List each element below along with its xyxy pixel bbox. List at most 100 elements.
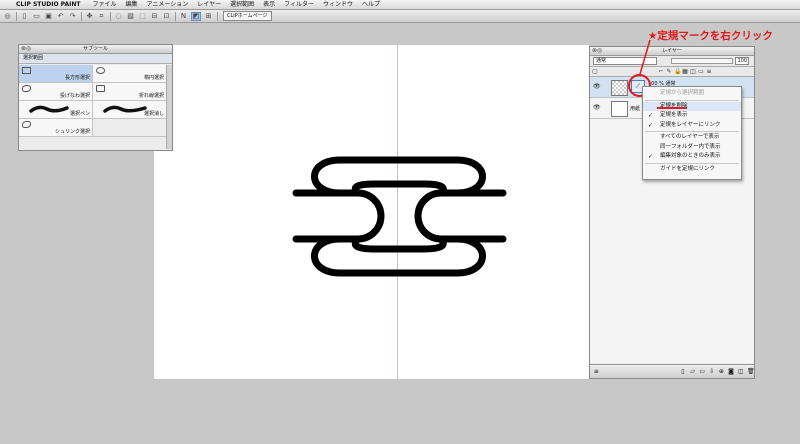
drawing-canvas[interactable] bbox=[154, 45, 589, 379]
subtool-selection-eraser[interactable]: 選択消し bbox=[93, 101, 167, 118]
menu-item-label: 編集対象のときのみ表示 bbox=[660, 153, 721, 159]
mask-icon[interactable]: ◙ bbox=[728, 368, 735, 375]
layer-blend-row: 通常 100 bbox=[590, 56, 754, 67]
crop-icon[interactable]: ⌗ bbox=[97, 12, 106, 20]
layer-options-row: ▢ ⌐ ✎ 🔒 ▦ ◫ ▭ ≡ bbox=[590, 67, 754, 77]
layer-thumbnail[interactable] bbox=[611, 101, 628, 117]
opacity-slider[interactable] bbox=[671, 58, 733, 64]
ruler-range-icon[interactable]: ▭ bbox=[698, 68, 704, 75]
palette-close-icon[interactable]: ⊗◎ bbox=[592, 48, 602, 54]
trash-icon[interactable]: 🗑 bbox=[747, 368, 755, 375]
layer-menu-icon[interactable]: ≡ bbox=[706, 68, 712, 75]
menu-item-show-in-same-folder[interactable]: 同一フォルダー内で表示 bbox=[643, 143, 741, 153]
menu-window[interactable]: ウィンドウ bbox=[323, 0, 353, 9]
palette-close-icon[interactable]: ⊗◎ bbox=[21, 46, 31, 52]
combine-layer-icon[interactable]: ⊕ bbox=[718, 368, 725, 375]
menu-edit[interactable]: 編集 bbox=[126, 0, 138, 9]
subtool-selection-pen[interactable]: 選択ペン bbox=[19, 101, 93, 118]
eye-icon[interactable]: 👁 bbox=[593, 104, 601, 111]
snap-to-special-ruler-icon[interactable]: ◩ bbox=[191, 11, 201, 21]
deselect-icon[interactable]: ⬚ bbox=[138, 12, 147, 20]
new-folder-icon[interactable]: ▭ bbox=[699, 368, 706, 375]
subtool-label: 投げなわ選択 bbox=[59, 93, 90, 99]
menu-item-show-ruler[interactable]: ✓ 定規を表示 bbox=[643, 111, 741, 121]
menu-item-link-guide-to-ruler[interactable]: ガイドを定規にリンク bbox=[643, 165, 741, 175]
layer-thumbnail[interactable] bbox=[611, 80, 628, 96]
subtool-palette-titlebar[interactable]: ⊗◎ サブツール bbox=[19, 45, 172, 54]
subtool-group-selection[interactable]: 選択範囲 bbox=[19, 54, 172, 64]
clear-icon[interactable]: ◌ bbox=[114, 12, 123, 20]
fill-icon[interactable]: ▧ bbox=[126, 12, 135, 20]
subtool-lasso-selection[interactable]: 投げなわ選択 bbox=[19, 83, 93, 100]
clip-homepage-button[interactable]: CLIPホームページ bbox=[223, 11, 272, 21]
menu-item-show-only-when-editing[interactable]: ✓ 編集対象のときのみ表示 bbox=[643, 152, 741, 162]
check-icon: ✓ bbox=[648, 153, 654, 160]
clip-lower-layer-icon[interactable]: ⌐ bbox=[658, 68, 664, 75]
ellipse-selection-icon bbox=[96, 67, 105, 74]
selection-layer-icon[interactable]: ⊡ bbox=[162, 12, 171, 20]
subtool-scrollbar[interactable] bbox=[166, 65, 172, 149]
eye-icon[interactable]: 👁 bbox=[593, 83, 601, 90]
save-icon[interactable]: ▣ bbox=[44, 12, 53, 20]
new-vector-layer-icon[interactable]: ▱ bbox=[689, 368, 696, 375]
menu-separator bbox=[645, 162, 739, 164]
transfer-down-icon[interactable]: ⇩ bbox=[709, 368, 716, 375]
brush-stroke-icon bbox=[29, 105, 69, 113]
lock-layer-icon[interactable]: 🔒 bbox=[674, 68, 681, 75]
ruler-create-icon[interactable]: ◫ bbox=[737, 368, 744, 375]
subtool-label: 選択ペン bbox=[69, 111, 90, 117]
subtool-palette-title: サブツール bbox=[82, 46, 108, 52]
menu-separator bbox=[645, 99, 739, 101]
menu-item-link-ruler-to-layer[interactable]: ✓ 定規をレイヤーにリンク bbox=[643, 121, 741, 131]
menu-filter[interactable]: フィルター bbox=[284, 0, 314, 9]
rectangle-selection-icon bbox=[22, 67, 31, 74]
new-raster-layer-icon[interactable]: ▯ bbox=[680, 368, 687, 375]
lasso-icon bbox=[22, 85, 31, 92]
snap-to-ruler-icon[interactable]: N bbox=[179, 12, 188, 20]
new-file-icon[interactable]: ▯ bbox=[20, 12, 29, 20]
check-icon: ✓ bbox=[648, 112, 654, 119]
snap-to-grid-icon[interactable]: ⊞ bbox=[204, 12, 213, 20]
subtool-label: 長方形選択 bbox=[64, 75, 90, 81]
layer-color-icon[interactable]: ▢ bbox=[592, 68, 598, 75]
brush-stroke-icon bbox=[103, 105, 147, 113]
open-file-icon[interactable]: ▭ bbox=[32, 12, 41, 20]
reference-layer-icon[interactable]: ✎ bbox=[666, 68, 672, 75]
toolbar-divider bbox=[175, 11, 176, 21]
shrink-selection-icon bbox=[22, 121, 31, 128]
subtool-label: シュリンク選択 bbox=[54, 129, 90, 135]
layer-palette-title: レイヤー bbox=[662, 48, 682, 54]
subtool-polyline-selection[interactable]: 折れ線選択 bbox=[93, 83, 167, 100]
invert-selection-icon[interactable]: ⊟ bbox=[150, 12, 159, 20]
menu-animation[interactable]: アニメーション bbox=[147, 0, 189, 9]
layer-palette-bottom-bar: ≡ ▯ ▱ ▭ ⇩ ⊕ ◙ ◫ 🗑 bbox=[590, 364, 755, 378]
redo-icon[interactable]: ↷ bbox=[68, 12, 77, 20]
layer-palette-titlebar[interactable]: ⊗◎ レイヤー bbox=[590, 47, 754, 56]
opacity-input[interactable]: 100 bbox=[735, 57, 749, 65]
layer-label: 用紙 bbox=[630, 106, 641, 112]
menu-help[interactable]: ヘルプ bbox=[362, 0, 380, 9]
menu-view[interactable]: 表示 bbox=[263, 0, 275, 9]
menu-item-label: 定規を表示 bbox=[660, 112, 688, 118]
menu-file[interactable]: ファイル bbox=[92, 0, 116, 9]
transform-icon[interactable]: ✥ bbox=[85, 12, 94, 20]
undo-icon[interactable]: ↶ bbox=[56, 12, 65, 20]
menu-item-show-in-all-layers[interactable]: すべてのレイヤーで表示 bbox=[643, 133, 741, 143]
lock-transparency-icon[interactable]: ▦ bbox=[682, 68, 688, 75]
menu-layer[interactable]: レイヤー bbox=[197, 0, 221, 9]
menu-selection[interactable]: 選択範囲 bbox=[230, 0, 254, 9]
subtool-rectangle-selection[interactable]: 長方形選択 bbox=[19, 65, 93, 82]
clip-studio-icon[interactable]: ◎ bbox=[3, 12, 12, 20]
toolbar-divider bbox=[217, 11, 218, 21]
mask-enable-icon[interactable]: ◫ bbox=[690, 68, 696, 75]
subtool-ellipse-selection[interactable]: 楕円選択 bbox=[93, 65, 167, 82]
subtool-palette: ⊗◎ サブツール 選択範囲 長方形選択 楕円選択 投げなわ選択 折れ線選択 選択… bbox=[18, 44, 173, 151]
menu-item-selection-from-ruler[interactable]: 定規から選択範囲 bbox=[643, 89, 741, 99]
subtool-shrink-selection[interactable]: シュリンク選択 bbox=[19, 119, 93, 136]
palette-menu-icon[interactable]: ≡ bbox=[593, 368, 600, 375]
app-menu[interactable]: CLIP STUDIO PAINT bbox=[16, 0, 80, 9]
chain-link-drawing bbox=[292, 156, 507, 277]
menu-item-label: 同一フォルダー内で表示 bbox=[660, 143, 721, 150]
annotation-underline bbox=[657, 107, 687, 109]
toolbar-divider bbox=[81, 11, 82, 21]
